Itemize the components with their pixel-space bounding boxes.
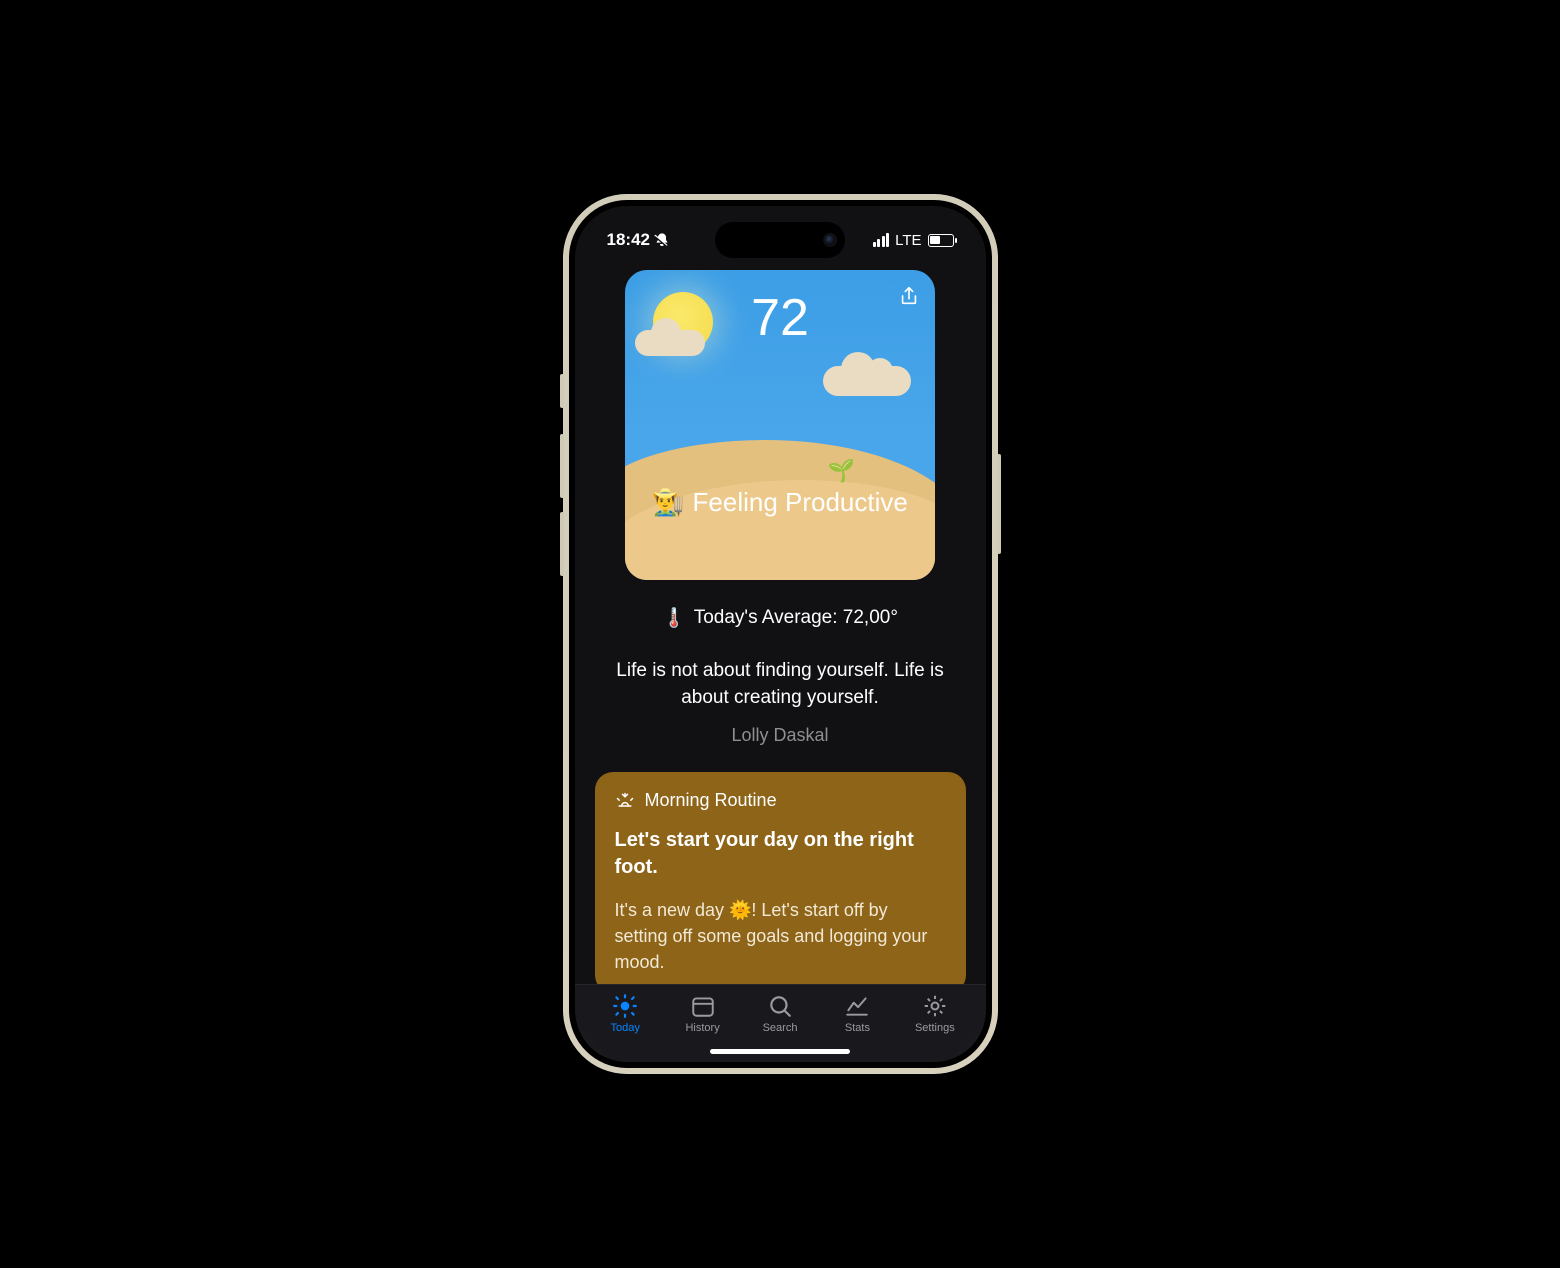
cellular-signal-icon bbox=[873, 233, 890, 247]
front-camera bbox=[825, 235, 835, 245]
routine-title: Let's start your day on the right foot. bbox=[615, 827, 946, 881]
routine-label: Morning Routine bbox=[645, 790, 777, 811]
sprout-icon: 🌱 bbox=[828, 458, 855, 484]
tab-search[interactable]: Search bbox=[741, 993, 818, 1034]
today-average-row: 🌡️ Today's Average: 72,00° bbox=[595, 606, 966, 630]
mood-label-row: 👨‍🌾 Feeling Productive bbox=[625, 487, 935, 518]
home-indicator[interactable] bbox=[710, 1049, 850, 1054]
today-average-text: Today's Average: 72,00° bbox=[694, 607, 898, 629]
tab-label: Search bbox=[763, 1022, 798, 1034]
share-button[interactable] bbox=[895, 282, 923, 310]
tab-stats[interactable]: Stats bbox=[819, 993, 896, 1034]
tab-history[interactable]: History bbox=[664, 993, 741, 1034]
tab-label: History bbox=[685, 1022, 719, 1034]
morning-routine-card[interactable]: Morning Routine Let's start your day on … bbox=[595, 772, 966, 984]
bell-slash-icon bbox=[654, 232, 670, 248]
gear-icon bbox=[922, 993, 948, 1019]
search-icon bbox=[767, 993, 793, 1019]
quote-text: Life is not about finding yourself. Life… bbox=[595, 658, 966, 711]
quote-author: Lolly Daskal bbox=[595, 725, 966, 746]
temperature-value: 72 bbox=[625, 288, 935, 348]
tab-label: Stats bbox=[845, 1022, 870, 1034]
status-time: 18:42 bbox=[607, 230, 650, 250]
battery-icon bbox=[928, 234, 954, 247]
tab-label: Settings bbox=[915, 1022, 955, 1034]
phone-frame: 18:42 LTE bbox=[563, 194, 998, 1074]
cloud-icon bbox=[823, 366, 911, 396]
mood-text: Feeling Productive bbox=[693, 487, 908, 518]
tab-settings[interactable]: Settings bbox=[896, 993, 973, 1034]
dynamic-island bbox=[715, 222, 845, 258]
mood-emoji: 👨‍🌾 bbox=[652, 487, 684, 518]
thermometer-icon: 🌡️ bbox=[662, 606, 686, 630]
volume-down-button bbox=[560, 512, 564, 576]
mood-weather-card[interactable]: 🌱 72 👨‍🌾 Feeling Productive bbox=[625, 270, 935, 580]
routine-body: It's a new day 🌞! Let's start off by set… bbox=[615, 897, 946, 975]
screen: 18:42 LTE bbox=[575, 206, 986, 1062]
main-content: 🌱 72 👨‍🌾 Feeling Productive bbox=[575, 266, 986, 984]
share-icon bbox=[898, 285, 920, 307]
network-label: LTE bbox=[895, 232, 921, 249]
sunrise-icon bbox=[615, 791, 635, 811]
tab-today[interactable]: Today bbox=[587, 993, 664, 1034]
calendar-icon bbox=[690, 993, 716, 1019]
chart-icon bbox=[844, 993, 870, 1019]
power-button bbox=[997, 454, 1001, 554]
sun-icon bbox=[612, 993, 638, 1019]
tab-label: Today bbox=[611, 1022, 640, 1034]
mute-switch bbox=[560, 374, 564, 408]
volume-up-button bbox=[560, 434, 564, 498]
